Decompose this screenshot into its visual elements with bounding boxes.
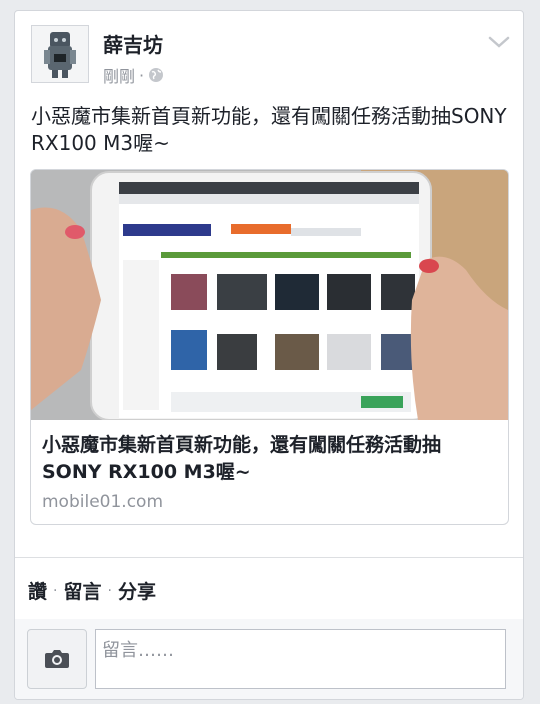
globe-icon xyxy=(149,68,164,82)
camera-icon xyxy=(45,650,69,668)
comment-input[interactable] xyxy=(95,629,506,689)
post-text: 小惡魔市集新首頁新功能，還有闖關任務活動抽SONY RX100 M3喔~ xyxy=(31,104,507,155)
action-separator: · xyxy=(107,582,112,599)
avatar-figure-icon xyxy=(32,26,88,82)
post-actions: 讚 · 留言 · 分享 xyxy=(28,577,156,604)
post-card: 薛吉坊 剛剛 · 小惡魔市集新首頁新功能，還有闖關任務活動抽SONY RX100… xyxy=(14,10,524,700)
camera-button[interactable] xyxy=(27,629,87,689)
comment-composer xyxy=(15,619,523,699)
post-meta: 剛剛 · xyxy=(103,63,164,87)
comment-button[interactable]: 留言 xyxy=(63,577,101,604)
post-time[interactable]: 剛剛 xyxy=(103,63,135,87)
avatar[interactable] xyxy=(31,25,89,83)
link-preview[interactable]: 小惡魔市集新首頁新功能，還有闖關任務活動抽SONY RX100 M3喔~ mob… xyxy=(30,169,509,525)
meta-separator: · xyxy=(139,65,145,85)
share-button[interactable]: 分享 xyxy=(118,577,156,604)
author-name[interactable]: 薛吉坊 xyxy=(103,29,163,58)
action-separator: · xyxy=(53,582,58,599)
link-domain: mobile01.com xyxy=(42,492,164,512)
divider xyxy=(15,557,523,558)
like-button[interactable]: 讚 xyxy=(28,577,47,604)
chevron-down-icon[interactable] xyxy=(487,33,511,51)
link-preview-image xyxy=(31,170,508,420)
link-title[interactable]: 小惡魔市集新首頁新功能，還有闖關任務活動抽SONY RX100 M3喔~ xyxy=(42,432,498,486)
